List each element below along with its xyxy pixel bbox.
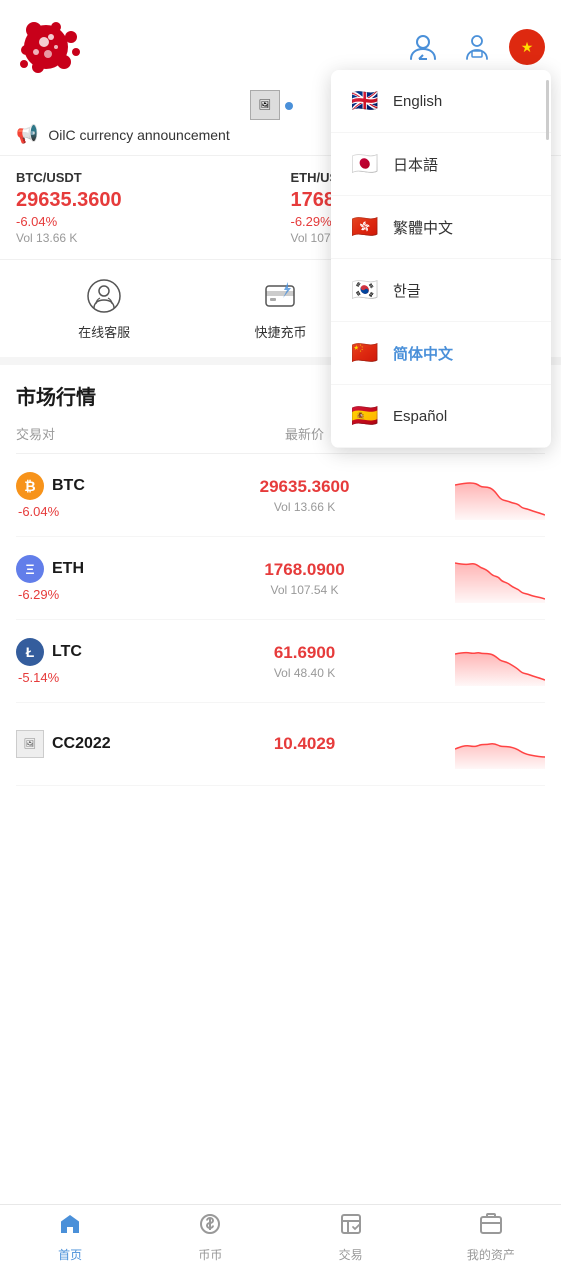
- btc-left: ₿ BTC -6.04%: [16, 472, 208, 519]
- service-icon: [84, 276, 124, 316]
- cn-flag: 🇨🇳: [351, 340, 379, 366]
- support-button[interactable]: [455, 25, 499, 69]
- eth-coin-price: 1768.0900: [208, 560, 400, 580]
- spanish-label: Español: [393, 408, 447, 425]
- eth-left: Ξ ETH -6.29%: [16, 555, 208, 602]
- cc2022-icon: 🖼: [16, 730, 44, 758]
- ltc-left: Ł LTC -5.14%: [16, 638, 208, 685]
- ltc-chart: [401, 636, 545, 686]
- spanish-flag: 🇪🇸: [351, 403, 379, 429]
- btc-coin-change: -6.04%: [16, 504, 208, 519]
- korean-flag: 🇰🇷: [351, 277, 379, 303]
- btc-price: 29635.3600: [16, 189, 271, 212]
- dot-2: [285, 102, 293, 110]
- eth-center: 1768.0900 Vol 107.54 K: [208, 560, 400, 597]
- hk-flag: 🇭🇰: [351, 214, 379, 240]
- cc2022-coin-name: CC2022: [52, 735, 111, 753]
- nav-coin-label: 币币: [198, 1246, 222, 1263]
- ticker-btc[interactable]: BTC/USDT 29635.3600 -6.04% Vol 13.66 K: [16, 170, 271, 245]
- market-row-btc[interactable]: ₿ BTC -6.04% 29635.3600 Vol 13.66 K: [16, 454, 545, 537]
- trade-icon: [339, 1212, 363, 1242]
- profile-button[interactable]: [401, 25, 445, 69]
- market-row-ltc[interactable]: Ł LTC -5.14% 61.6900 Vol 48.40 K: [16, 620, 545, 703]
- market-row-cc2022[interactable]: 🖼 CC2022 10.4029: [16, 703, 545, 786]
- scrollbar: [546, 80, 549, 140]
- korean-label: 한글: [393, 280, 421, 301]
- ltc-coin-name: LTC: [52, 643, 82, 661]
- language-button[interactable]: ★: [509, 29, 545, 65]
- btc-coin-icon: ₿: [16, 472, 44, 500]
- nav-assets[interactable]: 我的资产: [421, 1204, 561, 1269]
- eth-coin-change: -6.29%: [16, 587, 208, 602]
- lang-traditional-chinese[interactable]: 🇭🇰 繁體中文: [331, 196, 551, 259]
- btc-coin-name: BTC: [52, 477, 85, 495]
- lang-simplified-chinese[interactable]: 🇨🇳 简体中文: [331, 322, 551, 385]
- home-icon: [58, 1212, 82, 1242]
- nav-assets-label: 我的资产: [467, 1246, 515, 1263]
- nav-trade[interactable]: 交易: [281, 1204, 421, 1269]
- nav-coin[interactable]: 币币: [140, 1204, 280, 1269]
- btc-mini-chart: [455, 470, 545, 520]
- btc-coin-vol: Vol 13.66 K: [208, 500, 400, 514]
- ltc-coin-vol: Vol 48.40 K: [208, 666, 400, 680]
- app-logo: [16, 12, 96, 82]
- lang-spanish[interactable]: 🇪🇸 Español: [331, 385, 551, 448]
- btc-coin-price: 29635.3600: [208, 477, 400, 497]
- lang-korean[interactable]: 🇰🇷 한글: [331, 259, 551, 322]
- cc2022-mini-chart: [455, 719, 545, 769]
- btc-center: 29635.3600 Vol 13.66 K: [208, 477, 400, 514]
- announcement-text: OilC currency announcement: [48, 127, 229, 143]
- deposit-label: 快捷充币: [254, 322, 306, 341]
- bottom-nav: 首页 币币 交易 我的资产: [0, 1204, 561, 1269]
- ltc-mini-chart: [455, 636, 545, 686]
- service-label: 在线客服: [78, 322, 130, 341]
- cc2022-chart: [401, 719, 545, 769]
- english-label: English: [393, 93, 442, 110]
- eth-coin-icon: Ξ: [16, 555, 44, 583]
- btc-change: -6.04%: [16, 214, 271, 229]
- nav-home[interactable]: 首页: [0, 1204, 140, 1269]
- eth-coin-name: ETH: [52, 560, 84, 578]
- nav-trade-label: 交易: [339, 1246, 363, 1263]
- ltc-coin-change: -5.14%: [16, 670, 208, 685]
- language-dropdown: 🇬🇧 English 🇯🇵 日本語 🇭🇰 繁體中文 🇰🇷 한글 🇨🇳 简体中文 …: [331, 70, 551, 448]
- cc2022-left: 🖼 CC2022: [16, 730, 208, 758]
- japanese-flag: 🇯🇵: [351, 151, 379, 177]
- quick-action-service[interactable]: 在线客服: [16, 276, 192, 341]
- nav-home-label: 首页: [58, 1246, 82, 1263]
- header-pair: 交易对: [16, 424, 208, 443]
- coin-icon: [198, 1212, 222, 1242]
- eth-mini-chart: [455, 553, 545, 603]
- eth-coin-vol: Vol 107.54 K: [208, 583, 400, 597]
- ltc-center: 61.6900 Vol 48.40 K: [208, 643, 400, 680]
- ltc-coin-icon: Ł: [16, 638, 44, 666]
- cc2022-coin-price: 10.4029: [208, 734, 400, 754]
- english-flag: 🇬🇧: [351, 88, 379, 114]
- lang-japanese[interactable]: 🇯🇵 日本語: [331, 133, 551, 196]
- cc2022-center: 10.4029: [208, 734, 400, 754]
- header-icons: ★: [401, 25, 545, 69]
- deposit-icon: [260, 276, 300, 316]
- banner-icon: 🖼: [250, 90, 280, 120]
- btc-pair: BTC/USDT: [16, 170, 271, 185]
- eth-chart: [401, 553, 545, 603]
- ltc-coin-price: 61.6900: [208, 643, 400, 663]
- announcement-icon: 📢: [16, 124, 38, 145]
- market-row-eth[interactable]: Ξ ETH -6.29% 1768.0900 Vol 107.54 K: [16, 537, 545, 620]
- japanese-label: 日本語: [393, 154, 438, 175]
- btc-vol: Vol 13.66 K: [16, 231, 271, 245]
- traditional-chinese-label: 繁體中文: [393, 217, 453, 238]
- assets-icon: [479, 1212, 503, 1242]
- simplified-chinese-label: 简体中文: [393, 343, 453, 364]
- btc-chart: [401, 470, 545, 520]
- lang-english[interactable]: 🇬🇧 English: [331, 70, 551, 133]
